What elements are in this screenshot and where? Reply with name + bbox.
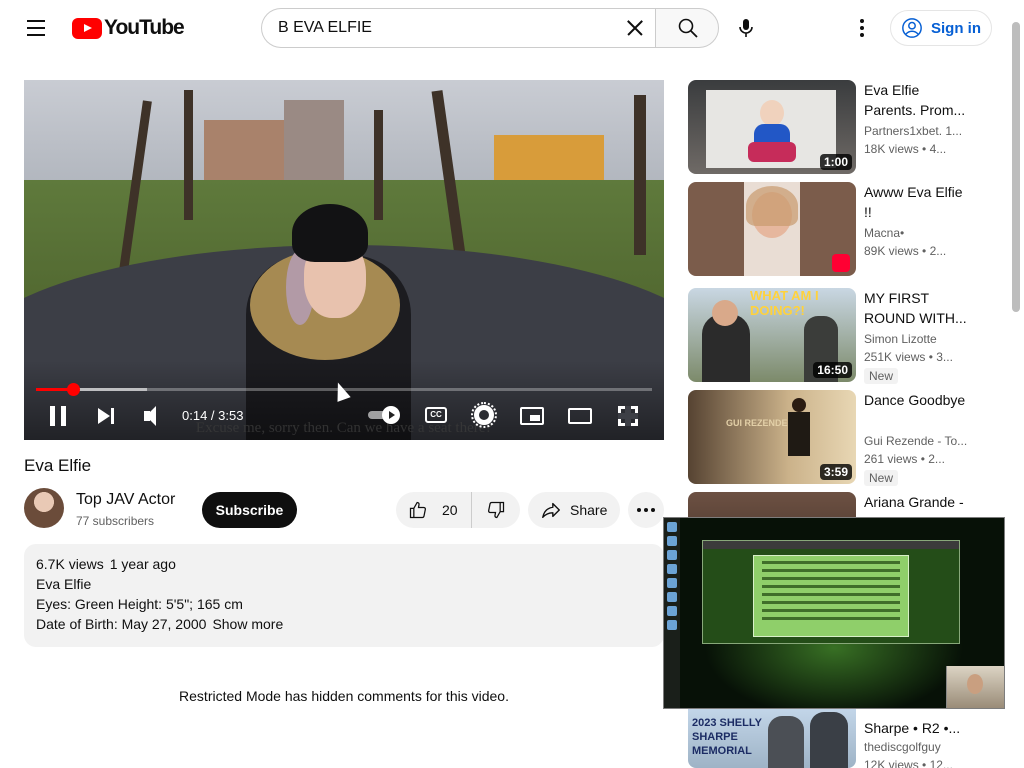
channel-avatar[interactable] [24, 488, 64, 528]
account-icon [902, 18, 922, 38]
recommendation-title[interactable]: Eva Elfie Parents. Prom... [864, 80, 968, 120]
dislike-button[interactable] [472, 492, 520, 528]
description-box[interactable]: 6.7K views 1 year ago Eva Elfie Eyes: Gre… [24, 544, 664, 647]
settings-gear-icon[interactable] [471, 402, 497, 428]
settings-more-button[interactable] [846, 12, 878, 44]
guide-menu-button[interactable] [20, 12, 52, 44]
thumbnail-text: GUI REZENDE [726, 418, 788, 428]
more-actions-button[interactable] [628, 492, 664, 528]
like-count: 20 [442, 502, 458, 518]
recommendation-channel[interactable]: Gui Rezende - To... [864, 434, 968, 448]
subtitles-icon[interactable]: CC [425, 407, 447, 423]
youtube-logo[interactable]: YouTube [72, 16, 185, 40]
logo-text: YouTube [104, 16, 185, 39]
share-arrow-icon [542, 502, 560, 519]
recommendation-channel[interactable]: Macna• [864, 226, 968, 240]
thumbs-down-icon [488, 501, 505, 519]
miniplayer-icon[interactable] [520, 407, 544, 425]
description-line: Eva Elfie [36, 576, 92, 592]
view-count: 6.7K views [36, 556, 104, 572]
page-scrollbar[interactable] [1012, 22, 1020, 312]
screen-share-overlay[interactable] [663, 517, 1005, 709]
search-input[interactable]: B EVA ELFIE [261, 8, 656, 48]
terminal-window [702, 540, 960, 644]
search-icon [678, 18, 698, 38]
volume-icon[interactable] [142, 402, 166, 430]
theater-mode-icon[interactable] [568, 408, 592, 424]
comments-restricted-notice: Restricted Mode has hidden comments for … [179, 688, 509, 704]
description-meta: 6.7K views 1 year ago [36, 554, 652, 574]
clear-search-icon[interactable] [620, 13, 650, 43]
shorts-icon [832, 254, 850, 272]
share-label: Share [570, 502, 608, 518]
like-dislike-group: 20 [396, 492, 520, 528]
microphone-icon [739, 19, 753, 37]
sign-in-label: Sign in [931, 19, 981, 37]
show-more-link[interactable]: Show more [212, 616, 283, 632]
fullscreen-icon[interactable] [618, 406, 638, 426]
masthead: YouTube B EVA ELFIE Sign in [0, 0, 1024, 56]
time-display: 0:14 / 3:53 [182, 408, 244, 423]
description-line: Eyes: Green Height: 5'5"; 165 cm [36, 596, 243, 612]
recommendation-meta: 89K views • 2... [864, 244, 947, 258]
recommendation-thumbnail[interactable] [688, 182, 856, 276]
webcam-feed [946, 666, 1004, 708]
thumbnail-text: WHAT AM I DOING?! [750, 288, 819, 318]
recommendation-meta: 251K views • 3... [864, 350, 953, 364]
next-video-icon[interactable] [96, 402, 116, 430]
recommendation-title[interactable]: Dance Goodbye [864, 390, 968, 410]
recommendation-channel[interactable]: thediscgolfguy [864, 740, 968, 754]
pause-icon[interactable] [50, 402, 68, 430]
recommendation-meta: 18K views • 4... [864, 142, 947, 156]
recommendation-title[interactable]: MY FIRST ROUND WITH... [864, 288, 968, 328]
recommendation-channel[interactable]: Simon Lizotte [864, 332, 968, 346]
recommendation-title[interactable]: Ariana Grande - [864, 492, 968, 512]
installer-dialog [753, 555, 909, 637]
recommendation-channel[interactable]: Partners1xbet. 1... [864, 124, 968, 138]
recommendation-item[interactable]: WHAT AM I DOING?! 16:50 MY FIRST ROUND W… [688, 288, 978, 384]
autoplay-toggle[interactable] [368, 406, 402, 424]
new-badge: New [864, 368, 899, 384]
recommendation-meta: 261 views • 2... [864, 452, 945, 466]
thumbs-up-icon [409, 501, 426, 519]
video-duration: 3:59 [819, 464, 852, 480]
upload-age: 1 year ago [109, 556, 176, 572]
progress-scrubber-handle[interactable] [66, 383, 80, 396]
voice-search-button[interactable] [726, 8, 766, 48]
subscriber-count: 77 subscribers [76, 514, 155, 528]
search-query-text: B EVA ELFIE [278, 19, 372, 36]
recommendation-thumbnail[interactable]: GUI REZENDE 3:59 [688, 390, 856, 484]
video-title: Eva Elfie [24, 456, 92, 475]
recommendation-thumbnail[interactable]: 1:00 [688, 80, 856, 174]
youtube-play-icon [72, 17, 102, 39]
recommendation-thumbnail[interactable]: WHAT AM I DOING?! 16:50 [688, 288, 856, 382]
video-duration: 1:00 [819, 154, 852, 170]
recommendation-title[interactable]: Sharpe • R2 •... [864, 718, 968, 738]
sign-in-button[interactable]: Sign in [890, 10, 992, 46]
description-line: Date of Birth: May 27, 2000 [36, 616, 207, 632]
recommendation-item[interactable]: 1:00 Eva Elfie Parents. Prom... Partners… [688, 80, 978, 174]
channel-name[interactable]: Top JAV Actor [76, 491, 175, 509]
like-button[interactable]: 20 [396, 492, 472, 528]
video-duration: 16:50 [813, 362, 852, 378]
recommendation-title[interactable]: Awww Eva Elfie !! [864, 182, 968, 222]
new-badge: New [864, 470, 899, 486]
share-button[interactable]: Share [528, 492, 620, 528]
desktop-dock [664, 518, 680, 708]
description-line-last: Date of Birth: May 27, 2000 Show more [36, 614, 652, 634]
search-button[interactable] [655, 8, 719, 48]
subscribe-button[interactable]: Subscribe [202, 492, 297, 528]
video-player[interactable]: Excuse me, sorry then. Can we have a sea… [24, 80, 664, 440]
recommendation-item[interactable]: GUI REZENDE 3:59 Dance Goodbye Gui Rezen… [688, 390, 978, 486]
recommendation-meta: 12K views • 12... [864, 758, 953, 768]
recommendation-item[interactable]: Awww Eva Elfie !! Macna• 89K views • 2..… [688, 182, 978, 276]
thumbnail-text: 2023 SHELLY SHARPE MEMORIAL [692, 717, 762, 757]
